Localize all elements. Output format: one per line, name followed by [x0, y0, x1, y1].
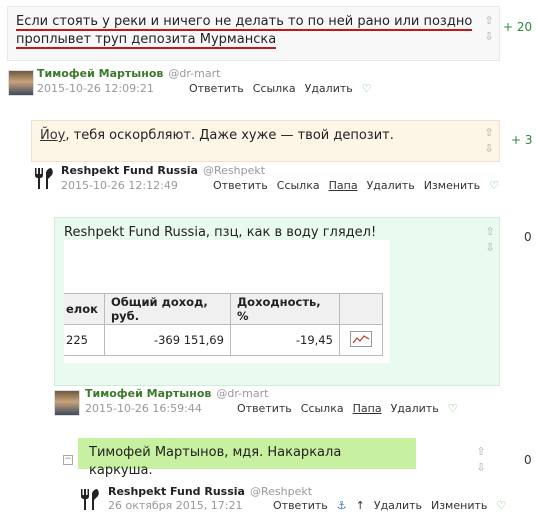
permalink-link[interactable]: Ссылка	[253, 82, 296, 95]
up-arrow-icon[interactable]: ↑	[356, 499, 365, 512]
parent-link[interactable]: Папа	[329, 179, 358, 192]
comment-3-author[interactable]: Тимофей Мартынов @dr-mart	[85, 387, 268, 400]
upvote-icon[interactable]: ⇧	[474, 446, 488, 458]
collapse-icon[interactable]: −	[63, 455, 73, 465]
comment-1-box: Если стоять у реки и ничего не делать то…	[7, 6, 500, 61]
author-handle[interactable]: @Reshpekt	[203, 164, 265, 177]
table-header	[338, 293, 383, 325]
comment-3-actions: Ответить Ссылка Папа Удалить ♡	[237, 402, 467, 415]
upvote-icon[interactable]: ⇧	[483, 226, 497, 238]
upvote-icon[interactable]: ⇧	[482, 15, 496, 27]
edit-link[interactable]: Изменить	[424, 179, 480, 192]
comment-4-actions: Ответить ⚓ ↑ Удалить Изменить ♡	[273, 499, 515, 512]
embedded-table-image: елок Общий доход, руб. Доходность, % 225…	[64, 240, 390, 363]
comment-4-text: Тимофей Мартынов, мдя. Накаркала каркуша…	[89, 445, 342, 478]
edit-link[interactable]: Изменить	[431, 499, 487, 512]
permalink-link[interactable]: Ссылка	[277, 179, 320, 192]
comment-2-actions: Ответить Ссылка Папа Удалить Изменить ♡	[213, 179, 508, 192]
reply-link[interactable]: Ответить	[273, 499, 328, 512]
table-cell: -19,45	[229, 324, 340, 356]
reply-link[interactable]: Ответить	[237, 402, 292, 415]
heart-icon[interactable]: ♡	[496, 499, 506, 512]
downvote-icon[interactable]: ⇩	[483, 242, 497, 254]
mention-link[interactable]: Йоу	[40, 128, 65, 143]
fork-knife-icon[interactable]	[31, 165, 57, 191]
comment-1-line1: Если стоять у реки и ничего не делать то…	[16, 14, 473, 31]
comment-1-score: + 20	[503, 20, 533, 34]
downvote-icon[interactable]: ⇩	[474, 462, 488, 474]
parent-link[interactable]: Папа	[353, 402, 382, 415]
table-header: Общий доход, руб.	[103, 293, 231, 325]
delete-link[interactable]: Удалить	[367, 179, 415, 192]
downvote-icon[interactable]: ⇩	[482, 143, 496, 155]
comment-4-date: 26 октября 2015, 17:21	[108, 499, 243, 512]
delete-link[interactable]: Удалить	[391, 402, 439, 415]
comment-3-score: 0	[524, 230, 532, 244]
author-handle[interactable]: @dr-mart	[216, 387, 268, 400]
heart-icon[interactable]: ♡	[362, 82, 372, 95]
author-handle[interactable]: @Reshpekt	[250, 485, 312, 498]
avatar[interactable]	[54, 390, 80, 416]
table-header: елок	[64, 293, 105, 325]
table-cell: -369 151,69	[103, 324, 231, 356]
delete-link[interactable]: Удалить	[374, 499, 422, 512]
comment-2-text: Йоу, тебя оскорбляют. Даже хуже — твой д…	[40, 127, 480, 145]
comment-2-author[interactable]: Reshpekt Fund Russia @Reshpekt	[61, 164, 265, 177]
comment-1-line2: проплывет труп депозита Мурманска	[16, 32, 277, 49]
author-name[interactable]: Reshpekt Fund Russia	[61, 164, 198, 177]
comment-3-date: 2015-10-26 16:59:44	[85, 402, 202, 415]
table-cell: 225	[64, 324, 105, 356]
table-cell	[338, 324, 383, 356]
permalink-link[interactable]: Ссылка	[301, 402, 344, 415]
heart-icon[interactable]: ♡	[489, 179, 499, 192]
comment-1-text: Если стоять у реки и ничего не делать то…	[16, 13, 476, 49]
comment-1-date: 2015-10-26 12:09:21	[37, 82, 154, 95]
heart-icon[interactable]: ♡	[448, 402, 458, 415]
author-name[interactable]: Тимофей Мартынов	[85, 387, 211, 400]
comment-2-body: , тебя оскорбляют. Даже хуже — твой депо…	[65, 128, 394, 143]
comment-1-author[interactable]: Тимофей Мартынов @dr-mart	[37, 67, 220, 80]
fork-knife-icon[interactable]	[77, 486, 103, 512]
comment-4-box: Тимофей Мартынов, мдя. Накаркала каркуша…	[78, 438, 416, 478]
author-name[interactable]: Тимофей Мартынов	[37, 67, 163, 80]
comment-2-score: + 3	[511, 133, 533, 147]
anchor-icon[interactable]: ⚓	[337, 499, 347, 512]
reply-link[interactable]: Ответить	[213, 179, 268, 192]
comment-2-box: Йоу, тебя оскорбляют. Даже хуже — твой д…	[31, 120, 500, 162]
author-name[interactable]: Reshpekt Fund Russia	[108, 485, 245, 498]
downvote-icon[interactable]: ⇩	[482, 31, 496, 43]
comment-4-score: 0	[524, 453, 532, 467]
comment-4-author[interactable]: Reshpekt Fund Russia @Reshpekt	[108, 485, 312, 498]
table-header: Доходность, %	[229, 293, 340, 325]
comment-1-actions: Ответить Ссылка Удалить ♡	[189, 82, 381, 95]
author-handle[interactable]: @dr-mart	[168, 67, 220, 80]
reply-link[interactable]: Ответить	[189, 82, 244, 95]
comment-3-box: Reshpekt Fund Russia, пзц, как в воду гл…	[54, 217, 500, 386]
comment-2-date: 2015-10-26 12:12:49	[61, 179, 178, 192]
avatar[interactable]	[8, 70, 34, 96]
chart-icon[interactable]	[349, 330, 372, 347]
delete-link[interactable]: Удалить	[305, 82, 353, 95]
upvote-icon[interactable]: ⇧	[482, 127, 496, 139]
portfolio-table: елок Общий доход, руб. Доходность, % 225…	[64, 293, 383, 356]
